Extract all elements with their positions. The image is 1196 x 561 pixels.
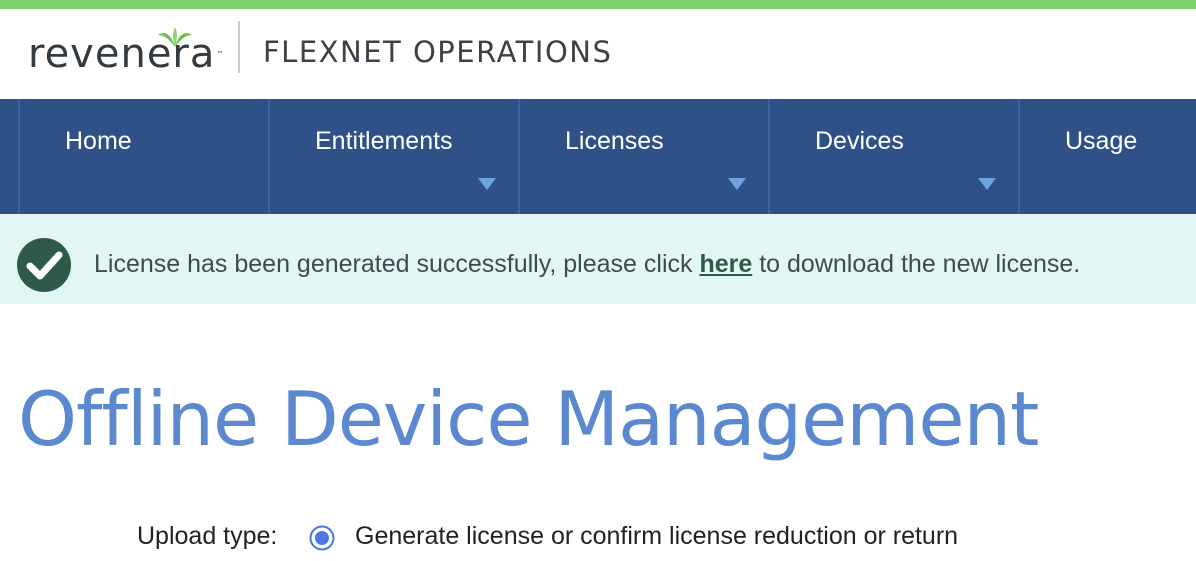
page-title: Offline Device Management [18, 375, 1039, 463]
main-nav: Home Entitlements Licenses Devices Usage [0, 99, 1196, 214]
revenera-logo[interactable]: revenera™ [28, 27, 224, 79]
logo-text-before: reven [28, 31, 147, 77]
nav-item-devices[interactable]: Devices [768, 99, 1018, 214]
caret-down-icon[interactable] [728, 178, 746, 190]
generate-license-radio[interactable] [309, 525, 335, 551]
caret-down-icon[interactable] [978, 178, 996, 190]
nav-label: Home [65, 127, 132, 155]
brand-header: revenera™ FLEXNET OPERATIONS [0, 9, 1196, 99]
product-name: FLEXNET OPERATIONS [263, 35, 613, 69]
caret-down-icon[interactable] [478, 178, 496, 190]
nav-item-entitlements[interactable]: Entitlements [268, 99, 518, 214]
nav-label: Licenses [565, 127, 664, 155]
nav-label: Devices [815, 127, 904, 155]
download-license-link[interactable]: here [699, 250, 752, 278]
brand-divider [238, 21, 240, 73]
logo-trademark: ™ [216, 50, 224, 58]
nav-item-licenses[interactable]: Licenses [518, 99, 768, 214]
check-circle-icon [17, 238, 71, 292]
nav-label: Entitlements [315, 127, 453, 155]
nav-label: Usage [1065, 127, 1138, 155]
top-accent-bar [0, 0, 1196, 9]
nav-item-home[interactable]: Home [18, 99, 270, 214]
alert-text-after: to download the new license. [752, 250, 1081, 278]
leaf-icon [158, 27, 192, 47]
upload-type-label: Upload type: [137, 522, 278, 550]
success-alert: License has been generated successfully,… [0, 214, 1196, 304]
alert-message: License has been generated successfully,… [94, 250, 1080, 279]
nav-item-usage[interactable]: Usage [1018, 99, 1196, 214]
alert-text-before: License has been generated successfully,… [94, 250, 700, 278]
generate-license-option-label[interactable]: Generate license or confirm license redu… [355, 522, 958, 551]
